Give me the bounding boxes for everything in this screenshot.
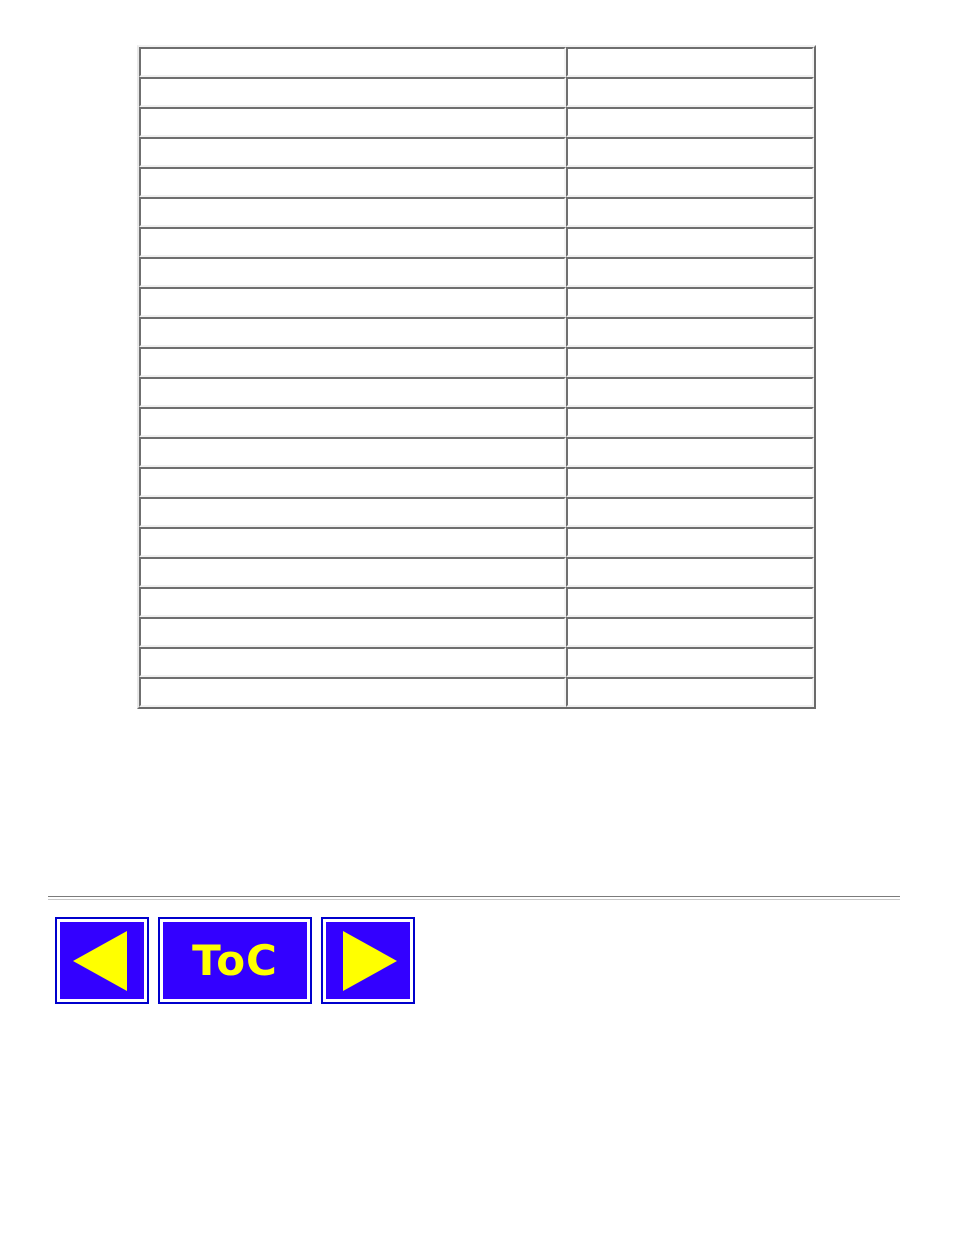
- table-row: [139, 107, 814, 137]
- table-cell-left: [139, 587, 566, 617]
- table-row: [139, 167, 814, 197]
- table-row: [139, 227, 814, 257]
- table-cell-left: [139, 197, 566, 227]
- table-row: [139, 197, 814, 227]
- table-cell-left: [139, 167, 566, 197]
- table-row: [139, 47, 814, 77]
- table-row: [139, 527, 814, 557]
- next-button-face: [323, 919, 413, 1002]
- table-cell-right: [565, 47, 814, 77]
- previous-page-button[interactable]: [55, 917, 149, 1004]
- table-cell-right: [565, 617, 814, 647]
- table-row: [139, 377, 814, 407]
- table-cell-left: [139, 287, 566, 317]
- table-cell-right: [565, 437, 814, 467]
- triangle-left-icon: [73, 930, 127, 991]
- table-cell-left: [139, 47, 566, 77]
- table-cell-left: [139, 527, 566, 557]
- table-row: [139, 77, 814, 107]
- table-cell-left: [139, 557, 566, 587]
- table-row: [139, 437, 814, 467]
- table-cell-left: [139, 677, 566, 707]
- table-row: [139, 287, 814, 317]
- table-row: [139, 677, 814, 707]
- table-cell-right: [565, 377, 814, 407]
- horizontal-rule: [48, 896, 900, 900]
- table-cell-right: [565, 317, 814, 347]
- table-cell-right: [565, 287, 814, 317]
- table-cell-left: [139, 77, 566, 107]
- table-cell-left: [139, 377, 566, 407]
- table-cell-left: [139, 347, 566, 377]
- table-cell-right: [565, 527, 814, 557]
- table-cell-left: [139, 467, 566, 497]
- next-page-button[interactable]: [321, 917, 415, 1004]
- table-cell-left: [139, 617, 566, 647]
- table-cell-right: [565, 167, 814, 197]
- table-cell-left: [139, 317, 566, 347]
- table-cell-left: [139, 257, 566, 287]
- table-row: [139, 497, 814, 527]
- table-row: [139, 557, 814, 587]
- triangle-right-icon: [343, 930, 397, 991]
- toc-button-face: ToC: [160, 919, 310, 1002]
- table-cell-right: [565, 587, 814, 617]
- table-cell-left: [139, 647, 566, 677]
- previous-button-face: [57, 919, 147, 1002]
- toc-icon: ToC: [192, 935, 278, 985]
- table-cell-left: [139, 437, 566, 467]
- table-row: [139, 407, 814, 437]
- table-cell-right: [565, 407, 814, 437]
- table-row: [139, 257, 814, 287]
- table-cell-right: [565, 467, 814, 497]
- table-cell-left: [139, 227, 566, 257]
- table-cell-right: [565, 677, 814, 707]
- content-table-container: [137, 45, 816, 709]
- table-row: [139, 467, 814, 497]
- table-cell-right: [565, 77, 814, 107]
- navigation-bar: ToC: [55, 917, 415, 1004]
- table-cell-right: [565, 647, 814, 677]
- table-cell-left: [139, 497, 566, 527]
- table-cell-right: [565, 197, 814, 227]
- table-cell-right: [565, 107, 814, 137]
- two-column-data-table: [137, 45, 816, 709]
- table-row: [139, 617, 814, 647]
- table-row: [139, 647, 814, 677]
- table-row: [139, 317, 814, 347]
- table-row: [139, 137, 814, 167]
- table-of-contents-button[interactable]: ToC: [158, 917, 312, 1004]
- table-body: [139, 47, 814, 707]
- table-cell-right: [565, 497, 814, 527]
- table-cell-right: [565, 257, 814, 287]
- table-row: [139, 347, 814, 377]
- table-cell-left: [139, 107, 566, 137]
- table-row: [139, 587, 814, 617]
- table-cell-right: [565, 347, 814, 377]
- table-cell-right: [565, 227, 814, 257]
- table-cell-left: [139, 407, 566, 437]
- table-cell-right: [565, 557, 814, 587]
- table-cell-right: [565, 137, 814, 167]
- table-cell-left: [139, 137, 566, 167]
